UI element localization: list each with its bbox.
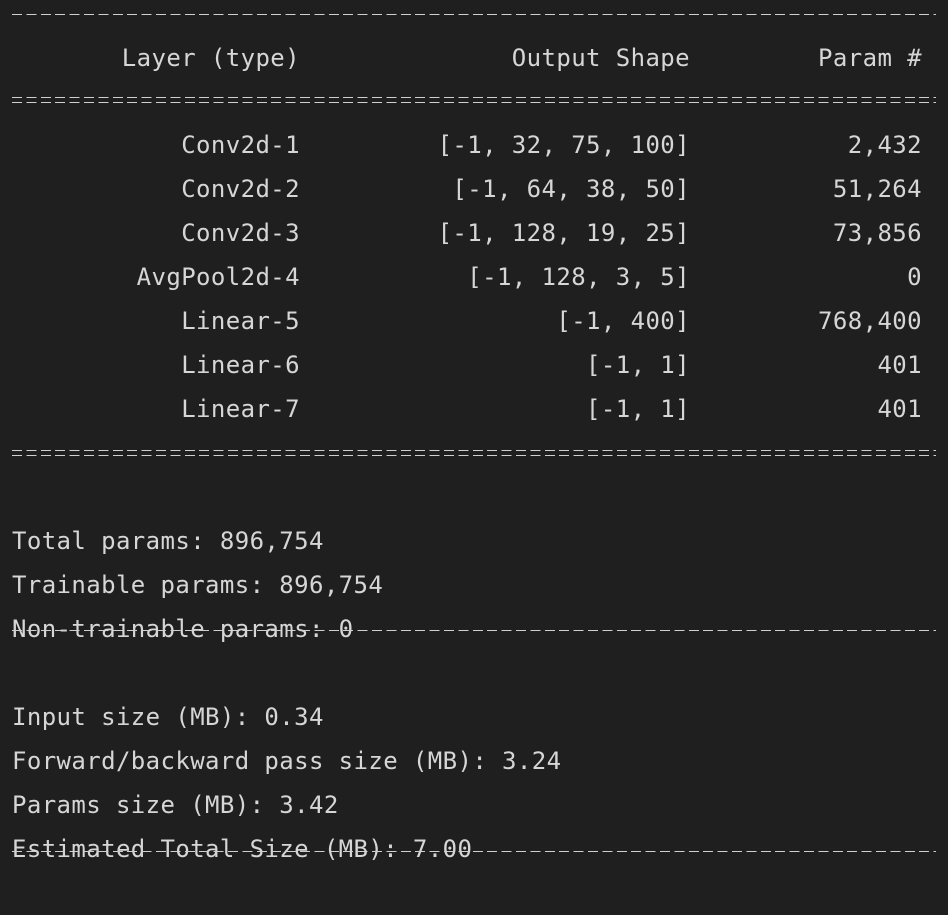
table-row: Linear-5 [-1, 400] 768,400 bbox=[0, 299, 948, 343]
row-params: 51,264 bbox=[832, 175, 922, 203]
table-row: Conv2d-2 [-1, 64, 38, 50] 51,264 bbox=[0, 167, 948, 211]
table-row: AvgPool2d-4 [-1, 128, 3, 5] 0 bbox=[0, 255, 948, 299]
header-output-shape: Output Shape bbox=[511, 44, 690, 72]
header-layer-type: Layer (type) bbox=[121, 44, 300, 72]
non-trainable-params: Non-trainable params: 0 bbox=[12, 615, 354, 643]
row-params: 2,432 bbox=[847, 131, 922, 159]
header-param-count: Param # bbox=[818, 44, 922, 72]
table-header: Layer (type) Output Shape Param # bbox=[0, 36, 948, 80]
row-params: 73,856 bbox=[832, 219, 922, 247]
separator-dashed-bottom bbox=[12, 851, 936, 852]
row-output-shape: [-1, 400] bbox=[556, 307, 690, 335]
estimated-total-size: Estimated Total Size (MB): 7.00 bbox=[12, 835, 473, 863]
row-layer: Linear-5 bbox=[181, 307, 300, 335]
table-row: Linear-6 [-1, 1] 401 bbox=[0, 343, 948, 387]
params-summary-line: Total params: 896,754 bbox=[0, 475, 948, 555]
row-layer: Conv2d-2 bbox=[181, 175, 300, 203]
separator-double-footer bbox=[12, 450, 936, 456]
table-row: Conv2d-1 [-1, 32, 75, 100] 2,432 bbox=[0, 123, 948, 167]
params-summary-line: Trainable params: 896,754 bbox=[0, 519, 948, 599]
row-layer: Linear-7 bbox=[181, 395, 300, 423]
row-params: 768,400 bbox=[818, 307, 922, 335]
size-summary-line: Forward/backward pass size (MB): 3.24 bbox=[0, 695, 948, 775]
row-params: 401 bbox=[877, 395, 922, 423]
size-summary-line: Params size (MB): 3.42 bbox=[0, 739, 948, 819]
row-output-shape: [-1, 32, 75, 100] bbox=[437, 131, 690, 159]
row-layer: Conv2d-3 bbox=[181, 219, 300, 247]
table-row: Linear-7 [-1, 1] 401 bbox=[0, 387, 948, 431]
params-summary-line: Non-trainable params: 0 bbox=[0, 563, 948, 643]
row-layer: Linear-6 bbox=[181, 351, 300, 379]
row-output-shape: [-1, 1] bbox=[586, 395, 690, 423]
row-params: 0 bbox=[907, 263, 922, 291]
row-output-shape: [-1, 128, 3, 5] bbox=[467, 263, 690, 291]
row-output-shape: [-1, 128, 19, 25] bbox=[437, 219, 690, 247]
row-output-shape: [-1, 64, 38, 50] bbox=[452, 175, 690, 203]
row-layer: Conv2d-1 bbox=[181, 131, 300, 159]
separator-double-header bbox=[12, 97, 936, 103]
row-output-shape: [-1, 1] bbox=[586, 351, 690, 379]
terminal-output: Layer (type) Output Shape Param # Conv2d… bbox=[0, 0, 948, 863]
separator-dashed-middle bbox=[12, 630, 936, 631]
row-layer: AvgPool2d-4 bbox=[136, 263, 300, 291]
row-params: 401 bbox=[877, 351, 922, 379]
separator-dashed-top bbox=[12, 14, 936, 15]
size-summary-line: Input size (MB): 0.34 bbox=[0, 651, 948, 731]
table-row: Conv2d-3 [-1, 128, 19, 25] 73,856 bbox=[0, 211, 948, 255]
size-summary-line: Estimated Total Size (MB): 7.00 bbox=[0, 783, 948, 863]
